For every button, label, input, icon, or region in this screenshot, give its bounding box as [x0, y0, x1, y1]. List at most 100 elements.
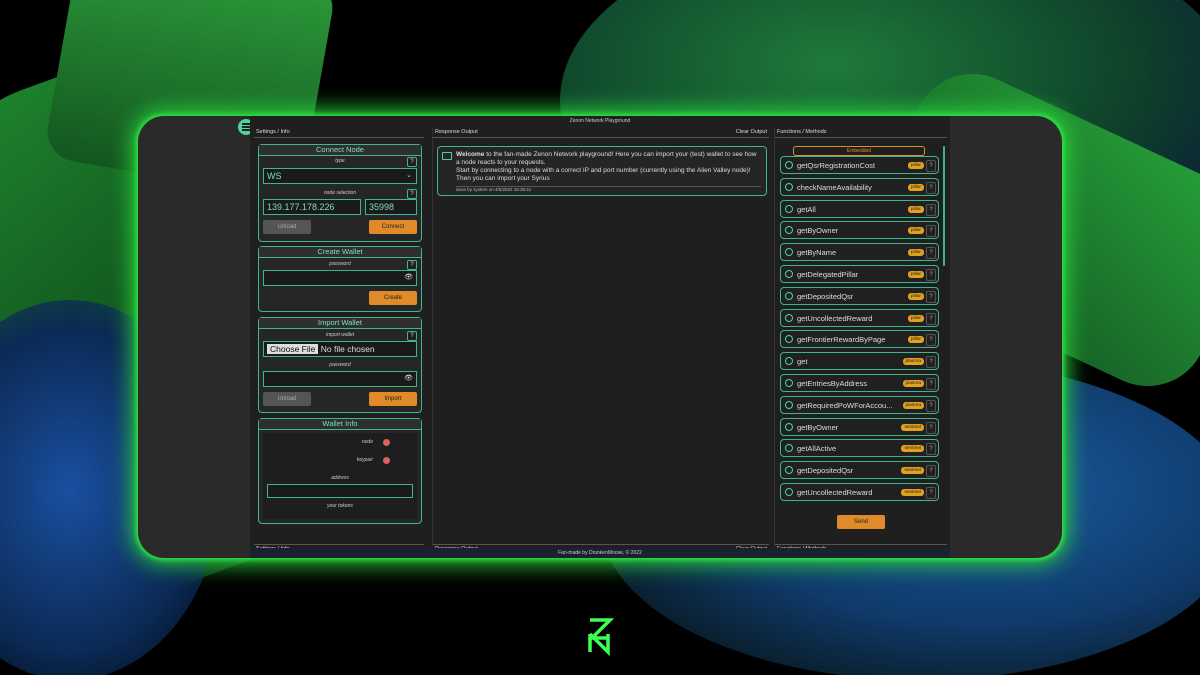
function-item[interactable]: getFrontierRewardByPage pillar?	[780, 330, 939, 349]
help-icon[interactable]: ?	[926, 247, 936, 260]
app-footer: Fan-made by DrunkenMoose, © 2022	[250, 548, 950, 558]
tokens-label: your tokens	[327, 503, 353, 509]
radio-icon[interactable]	[785, 204, 793, 213]
function-name: getUncollectedReward	[797, 488, 873, 497]
function-tag: pillar	[907, 249, 924, 257]
radio-icon[interactable]	[785, 313, 793, 322]
function-name: getDelegatedPillar	[797, 270, 859, 279]
node-status-dot	[383, 439, 390, 446]
radio-icon[interactable]	[785, 226, 793, 235]
type-select[interactable]: WS ⌄	[263, 168, 417, 184]
help-icon[interactable]: ?	[926, 443, 936, 456]
function-name: getByName	[797, 248, 837, 258]
function-list: getQsrRegistrationCost pillar? checkNameAv…	[775, 156, 947, 512]
function-tag: plasma	[902, 358, 924, 366]
help-icon[interactable]: ?	[926, 160, 936, 172]
help-icon[interactable]: ?	[407, 157, 417, 167]
radio-icon[interactable]	[785, 270, 793, 278]
radio-icon[interactable]	[785, 444, 793, 453]
function-tag: pillar	[907, 314, 924, 322]
function-item[interactable]: getAllActive sentinel?	[780, 439, 939, 458]
function-item[interactable]: getByName pillar?	[780, 243, 939, 262]
function-item[interactable]: getByOwner sentinel?	[780, 417, 939, 436]
function-item[interactable]: getDepositedQsr pillar?	[780, 286, 939, 305]
scrollbar[interactable]	[943, 146, 945, 266]
keypair-status-dot	[383, 457, 390, 464]
eye-icon[interactable]: 👁	[404, 271, 413, 285]
wallet-info-card: Wallet Info node keypair address your to…	[258, 418, 422, 524]
function-item[interactable]: getRequiredPoWForAccou... plasma?	[780, 395, 939, 414]
radio-icon[interactable]	[785, 422, 793, 431]
connect-node-card: Connect Node type ? WS ⌄ node selection ?…	[258, 144, 422, 242]
eye-icon[interactable]: 👁	[404, 372, 413, 386]
help-icon[interactable]: ?	[407, 189, 417, 199]
radio-icon[interactable]	[785, 291, 793, 300]
radio-icon[interactable]	[785, 161, 793, 169]
function-name: getAll	[797, 204, 816, 214]
send-button[interactable]: Send	[837, 515, 885, 529]
function-item[interactable]: getUncollectedReward pillar?	[780, 308, 939, 327]
function-tag: plasma	[902, 401, 924, 409]
function-item[interactable]: getQsrRegistrationCost pillar?	[780, 156, 939, 174]
function-item[interactable]: getEntriesByAddress plasma?	[780, 374, 939, 392]
radio-icon[interactable]	[785, 248, 793, 257]
connect-button[interactable]: Connect	[369, 220, 417, 234]
function-item[interactable]: get plasma?	[780, 352, 939, 371]
function-tag: sentinel	[901, 489, 924, 496]
monitor-icon	[442, 152, 452, 160]
function-tag: pillar	[907, 292, 924, 300]
welcome-message: Welcome to the fan-made Zenon Network pl…	[437, 146, 767, 196]
radio-icon[interactable]	[785, 357, 793, 366]
help-icon[interactable]: ?	[926, 487, 936, 499]
settings-column: Settings / Info Connect Node type ? WS ⌄ …	[254, 128, 424, 552]
help-icon[interactable]: ?	[926, 399, 936, 412]
radio-icon[interactable]	[785, 400, 793, 409]
radio-icon[interactable]	[785, 335, 793, 344]
help-icon[interactable]: ?	[407, 260, 417, 270]
help-icon[interactable]: ?	[926, 334, 936, 347]
help-icon[interactable]: ?	[926, 269, 936, 281]
function-name: get	[797, 357, 808, 367]
function-item[interactable]: getByOwner pillar?	[780, 221, 939, 240]
function-name: getRequiredPoWForAccou...	[797, 400, 893, 410]
port-input[interactable]: 35998	[365, 199, 417, 215]
help-icon[interactable]: ?	[926, 225, 936, 238]
function-tag: sentinel	[901, 467, 924, 475]
file-input[interactable]: Choose File No file chosen	[263, 341, 417, 357]
function-item[interactable]: getDepositedQsr sentinel?	[780, 461, 939, 480]
import-button[interactable]: Import	[369, 392, 417, 406]
function-item[interactable]: getDelegatedPillar pillar?	[780, 265, 939, 283]
function-name: getFrontierRewardByPage	[797, 335, 886, 345]
create-button[interactable]: Create	[369, 291, 417, 305]
type-label: type	[335, 158, 345, 164]
help-icon[interactable]: ?	[926, 312, 936, 325]
help-icon[interactable]: ?	[926, 181, 936, 194]
unload-node-button[interactable]: Unload	[263, 220, 311, 234]
help-icon[interactable]: ?	[926, 203, 936, 216]
radio-icon[interactable]	[785, 182, 793, 191]
help-icon[interactable]: ?	[926, 290, 936, 303]
radio-icon[interactable]	[785, 379, 793, 387]
function-tag: pillar	[907, 227, 924, 235]
create-password-input[interactable]: 👁	[263, 270, 417, 286]
output-header: Response Output	[435, 129, 478, 135]
address-label: address	[331, 475, 349, 481]
radio-icon[interactable]	[785, 488, 793, 496]
help-icon[interactable]: ?	[926, 465, 936, 478]
ip-input[interactable]: 139.177.178.226	[263, 199, 361, 215]
radio-icon[interactable]	[785, 466, 793, 475]
function-item[interactable]: getUncollectedReward sentinel?	[780, 483, 939, 501]
help-icon[interactable]: ?	[926, 356, 936, 369]
import-password-label: password	[329, 362, 351, 368]
function-item[interactable]: checkNameAvailability pillar?	[780, 177, 939, 196]
app-screen: Zenon Network Playground Settings / Info…	[250, 116, 950, 558]
help-icon[interactable]: ?	[926, 378, 936, 390]
unload-wallet-button[interactable]: Unload	[263, 392, 311, 406]
help-icon[interactable]: ?	[926, 421, 936, 434]
import-password-input[interactable]: 👁	[263, 371, 417, 387]
import-wallet-label: import wallet	[325, 332, 355, 338]
help-icon[interactable]: ?	[407, 331, 417, 341]
function-item[interactable]: getAll pillar?	[780, 199, 939, 218]
choose-file-button[interactable]: Choose File	[267, 344, 319, 354]
clear-output-button[interactable]: Clear Output	[736, 128, 767, 137]
